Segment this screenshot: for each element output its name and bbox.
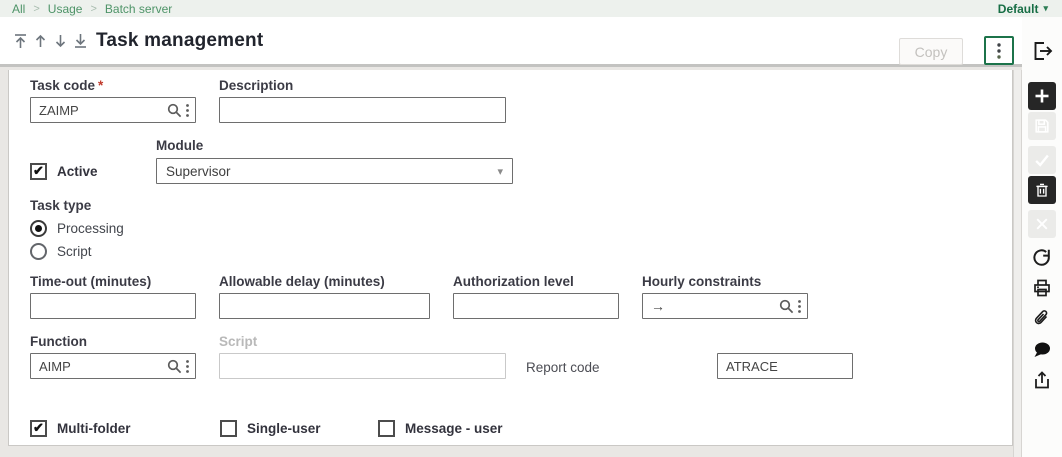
search-icon[interactable] (167, 103, 182, 118)
task-type-script-radio[interactable]: Script (30, 243, 92, 260)
function-input[interactable] (31, 354, 167, 378)
description-field-wrap (219, 97, 506, 123)
script-input (220, 354, 505, 378)
cancel-x-button (1028, 210, 1056, 238)
page-header: Task management Copy (0, 17, 1062, 67)
vertical-dots-icon (997, 42, 1001, 59)
next-record-icon[interactable] (52, 32, 69, 50)
single-user-checkbox-row[interactable]: Single-user (220, 420, 321, 437)
refresh-button[interactable] (1028, 244, 1056, 272)
allowable-delay-label: Allowable delay (minutes) (219, 274, 385, 289)
active-label: Active (57, 164, 98, 179)
allowable-delay-input[interactable] (220, 294, 429, 318)
timeout-label: Time-out (minutes) (30, 274, 152, 289)
script-option-label: Script (57, 244, 92, 259)
profile-selector[interactable]: Default ▾ (998, 2, 1048, 16)
search-icon[interactable] (779, 299, 794, 314)
required-asterisk: * (98, 78, 104, 93)
options-dots-icon[interactable] (797, 299, 802, 314)
breadcrumb-batch-server[interactable]: Batch server (105, 2, 172, 16)
message-user-label: Message - user (405, 421, 503, 436)
breadcrumb-usage[interactable]: Usage (48, 2, 83, 16)
message-user-checkbox-row[interactable]: Message - user (378, 420, 503, 437)
breadcrumb-separator: > (33, 2, 40, 15)
chevron-down-icon: ▾ (1043, 3, 1048, 13)
function-label: Function (30, 334, 87, 349)
task-code-field-wrap (30, 97, 196, 123)
script-field-wrap (219, 353, 506, 379)
processing-label: Processing (57, 221, 124, 236)
chevron-down-icon: ▾ (497, 165, 503, 178)
multi-folder-checkbox[interactable] (30, 420, 47, 437)
single-user-label: Single-user (247, 421, 321, 436)
task-type-processing-radio[interactable]: Processing (30, 220, 124, 237)
timeout-input[interactable] (31, 294, 195, 318)
previous-record-icon[interactable] (32, 32, 49, 50)
function-field-wrap (30, 353, 196, 379)
multi-folder-label: Multi-folder (57, 421, 131, 436)
record-navigation (12, 32, 89, 50)
comment-bubble-icon[interactable] (1028, 336, 1056, 364)
script-field-label: Script (219, 334, 258, 349)
report-code-field-wrap (717, 353, 853, 379)
profile-name: Default (997, 1, 1039, 16)
report-code-input[interactable] (718, 354, 852, 378)
module-value: Supervisor (166, 163, 231, 179)
attachment-paperclip-icon[interactable] (1028, 304, 1056, 332)
description-label: Description (219, 78, 294, 93)
print-button[interactable] (1028, 274, 1056, 302)
radio-icon (30, 243, 47, 260)
delete-trash-button[interactable] (1028, 176, 1056, 204)
multi-folder-checkbox-row[interactable]: Multi-folder (30, 420, 131, 437)
breadcrumb-all[interactable]: All (12, 2, 25, 16)
breadcrumb-separator: > (90, 2, 97, 15)
arrow-right-icon: → (651, 298, 665, 314)
module-select[interactable]: Supervisor ▾ (156, 158, 513, 184)
hourly-constraints-input[interactable] (665, 294, 779, 318)
task-code-label: Task code * (30, 78, 104, 93)
breadcrumb: All > Usage > Batch server (12, 2, 172, 16)
report-code-label: Report code (526, 360, 600, 375)
save-button (1028, 112, 1056, 140)
authorization-level-input[interactable] (454, 294, 618, 318)
authorization-level-label: Authorization level (453, 274, 574, 289)
more-actions-button[interactable] (984, 36, 1014, 65)
task-code-input[interactable] (31, 98, 167, 122)
options-dots-icon[interactable] (185, 103, 190, 118)
logout-icon[interactable] (1031, 40, 1053, 67)
module-label: Module (156, 138, 204, 153)
last-record-icon[interactable] (72, 32, 89, 50)
new-plus-button[interactable] (1028, 82, 1056, 110)
task-type-label: Task type (30, 198, 92, 213)
confirm-check-button (1028, 146, 1056, 174)
active-checkbox-row[interactable]: Active (30, 163, 98, 180)
description-input[interactable] (220, 98, 505, 122)
page-title: Task management (96, 30, 264, 51)
search-icon[interactable] (167, 359, 182, 374)
vertical-scrollbar[interactable] (1013, 70, 1022, 457)
first-record-icon[interactable] (12, 32, 29, 50)
hourly-constraints-field-wrap: → (642, 293, 808, 319)
message-user-checkbox[interactable] (378, 420, 395, 437)
action-sidebar (1022, 17, 1062, 457)
allowable-delay-field-wrap (219, 293, 430, 319)
radio-icon (30, 220, 47, 237)
breadcrumb-bar: All > Usage > Batch server Default ▾ (0, 0, 1062, 17)
timeout-field-wrap (30, 293, 196, 319)
single-user-checkbox[interactable] (220, 420, 237, 437)
hourly-constraints-label: Hourly constraints (642, 274, 762, 289)
authorization-level-field-wrap (453, 293, 619, 319)
copy-button[interactable]: Copy (899, 38, 963, 65)
task-form-panel: Task code* Description Module Active Sup… (8, 70, 1013, 446)
share-export-icon[interactable] (1028, 366, 1056, 394)
options-dots-icon[interactable] (185, 359, 190, 374)
active-checkbox[interactable] (30, 163, 47, 180)
